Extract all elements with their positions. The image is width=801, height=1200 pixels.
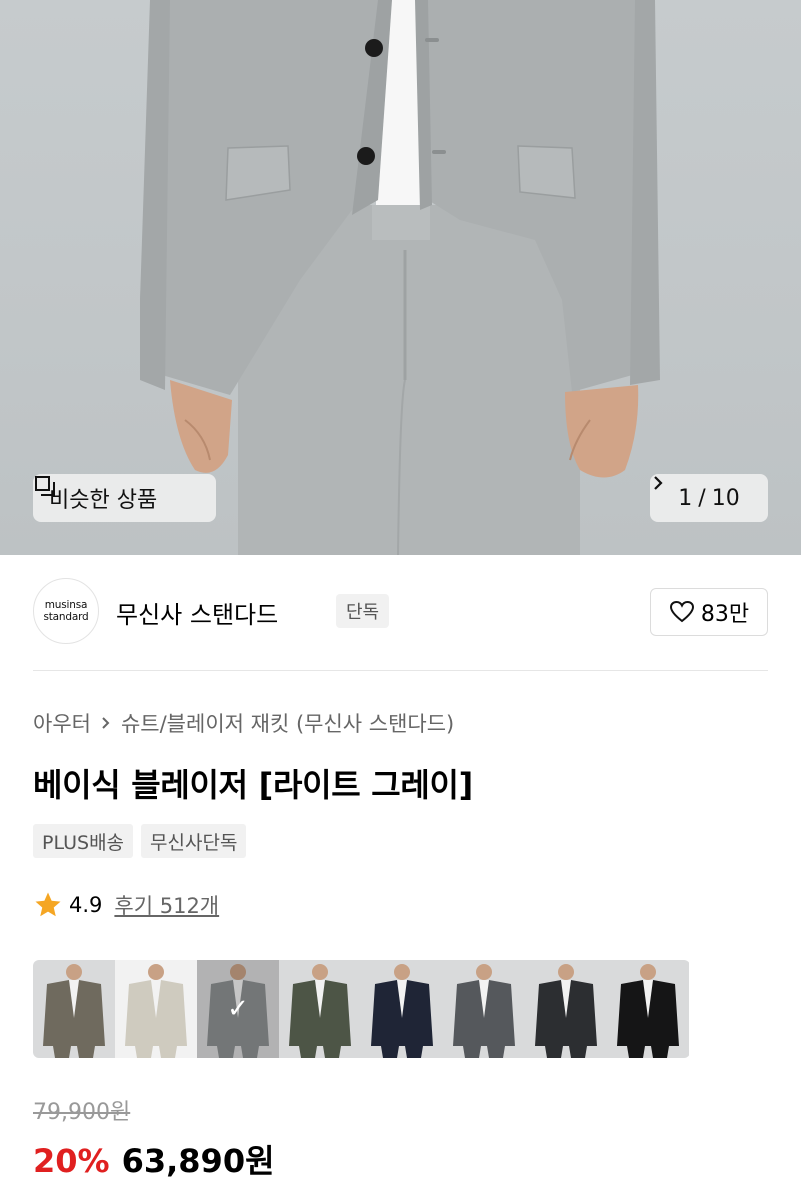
- star-icon: [35, 892, 61, 917]
- product-image[interactable]: 비슷한 상품 1 / 10: [0, 0, 801, 555]
- color-option-thumb[interactable]: [525, 960, 607, 1058]
- breadcrumb-item[interactable]: 아우터: [33, 708, 91, 738]
- brand-name[interactable]: 무신사 스탠다드: [116, 595, 278, 630]
- jacket-thumbnail: [535, 964, 597, 1058]
- price-row: 20% 63,890원: [33, 1136, 275, 1182]
- jacket-thumbnail: [453, 964, 515, 1058]
- color-option-thumb[interactable]: [279, 960, 361, 1058]
- divider: [33, 670, 768, 671]
- color-option-thumb[interactable]: [33, 960, 115, 1058]
- like-button[interactable]: 83만: [650, 588, 768, 636]
- jacket-thumbnail: [125, 964, 187, 1058]
- product-tags: PLUS배송 무신사단독: [33, 824, 247, 858]
- similar-icon: [35, 476, 55, 496]
- jacket-thumbnail: [617, 964, 679, 1058]
- pager-total: 10: [711, 485, 740, 511]
- chevron-right-icon: [654, 476, 663, 490]
- product-title: 베이식 블레이저 [라이트 그레이]: [33, 766, 473, 804]
- tag-plus-delivery: PLUS배송: [33, 824, 134, 858]
- rating: 4.9 후기 512개: [33, 890, 219, 920]
- pager-separator: /: [698, 485, 706, 511]
- selected-check-icon: ✓: [197, 960, 279, 1058]
- color-options: ✓: [33, 960, 690, 1058]
- color-option-thumb[interactable]: [361, 960, 443, 1058]
- heart-icon: [669, 600, 694, 623]
- jacket-thumbnail: [289, 964, 351, 1058]
- brand-logo-line1: musinsa: [44, 599, 88, 611]
- similar-products-button[interactable]: 비슷한 상품: [33, 474, 216, 522]
- color-option-thumb[interactable]: [607, 960, 689, 1058]
- jacket-thumbnail: [371, 964, 433, 1058]
- tag-exclusive: 무신사단독: [141, 824, 247, 858]
- original-price: 79,900원: [33, 1100, 131, 1125]
- brand-logo[interactable]: musinsa standard: [33, 578, 99, 644]
- breadcrumb: 아우터 슈트/블레이저 재킷 (무신사 스탠다드): [33, 708, 454, 738]
- color-option-thumb[interactable]: ✓: [197, 960, 279, 1058]
- brand-logo-line2: standard: [43, 611, 89, 623]
- jacket-thumbnail: [43, 964, 105, 1058]
- similar-products-label: 비슷한 상품: [49, 488, 158, 513]
- image-pager[interactable]: 1 / 10: [650, 474, 768, 522]
- breadcrumb-item[interactable]: 슈트/블레이저 재킷 (무신사 스탠다드): [121, 708, 454, 738]
- color-option-thumb[interactable]: [115, 960, 197, 1058]
- like-count: 83만: [700, 602, 750, 627]
- chevron-right-icon: [102, 717, 110, 729]
- rating-score: 4.9: [69, 893, 103, 917]
- discount-rate: 20%: [33, 1142, 110, 1180]
- exclusive-badge: 단독: [336, 594, 390, 628]
- reviews-link[interactable]: 후기 512개: [114, 890, 219, 920]
- product-photo: [140, 0, 660, 555]
- sale-price: 63,890원: [121, 1142, 275, 1180]
- color-option-thumb[interactable]: [443, 960, 525, 1058]
- pager-current: 1: [678, 485, 693, 511]
- brand-row: musinsa standard 무신사 스탠다드 단독 83만: [33, 578, 768, 646]
